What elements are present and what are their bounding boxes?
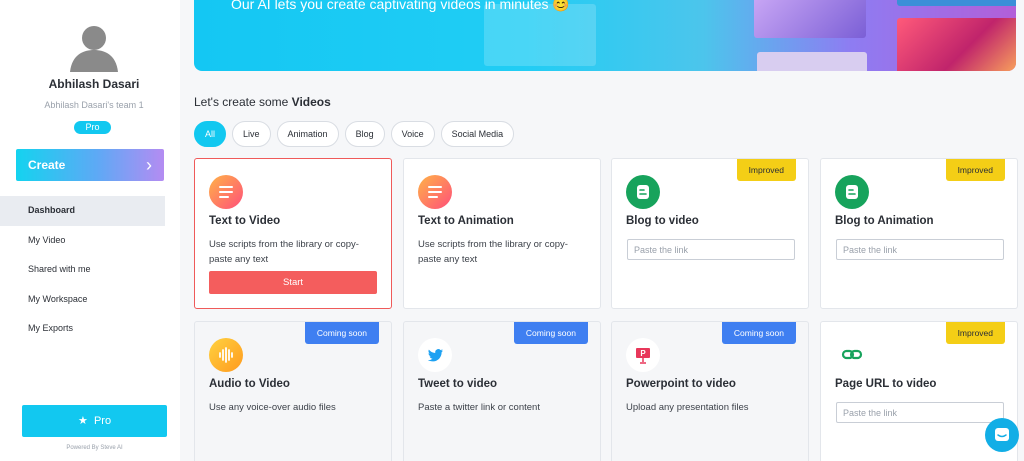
- card-description: Paste a twitter link or content: [418, 402, 540, 413]
- filter-social-media[interactable]: Social Media: [440, 121, 515, 147]
- card-powerpoint-to-video[interactable]: Coming soon P Powerpoint to video Upload…: [611, 321, 809, 461]
- banner-thumbnail: [897, 18, 1016, 71]
- card-description: Use scripts from the library or copy-pas…: [209, 239, 359, 265]
- banner-thumbnail: [897, 0, 1016, 6]
- hero-banner: Our AI lets you create captivating video…: [194, 0, 1016, 71]
- chat-icon: [995, 428, 1009, 441]
- link-icon: [835, 338, 869, 372]
- upgrade-pro-button[interactable]: ★ Pro: [22, 405, 167, 437]
- powerpoint-icon: P: [626, 338, 660, 372]
- coming-soon-tag: Coming soon: [513, 322, 588, 344]
- filter-animation[interactable]: Animation: [276, 121, 339, 147]
- blogger-icon: [835, 175, 869, 209]
- sidebar-item-my-video[interactable]: My Video: [0, 226, 165, 256]
- text-lines-icon: [209, 175, 243, 209]
- chat-support-button[interactable]: [985, 418, 1019, 452]
- card-blog-to-animation[interactable]: Improved Blog to Animation: [820, 158, 1018, 309]
- filter-live[interactable]: Live: [232, 121, 271, 147]
- card-title: Page URL to video: [835, 378, 937, 390]
- card-title: Text to Video: [209, 215, 281, 227]
- team-name: Abhilash Dasari's team 1: [44, 100, 144, 110]
- audio-wave-icon: [209, 338, 243, 372]
- banner-thumbnail: [757, 52, 867, 71]
- card-tweet-to-video[interactable]: Coming soon Tweet to video Paste a twitt…: [403, 321, 601, 461]
- filter-blog[interactable]: Blog: [344, 121, 385, 147]
- section-heading-bold: Videos: [291, 95, 331, 109]
- card-title: Text to Animation: [418, 215, 514, 227]
- section-heading: Let's create some Videos: [194, 95, 331, 109]
- card-title: Tweet to video: [418, 378, 498, 390]
- coming-soon-tag: Coming soon: [304, 322, 379, 344]
- plan-badge: Pro: [74, 121, 111, 134]
- blog-link-input[interactable]: [627, 239, 795, 260]
- sidebar: Abhilash Dasari Abhilash Dasari's team 1…: [0, 0, 180, 461]
- sidebar-nav: Dashboard My Video Shared with me My Wor…: [0, 196, 165, 344]
- card-title: Blog to video: [626, 215, 699, 227]
- card-title: Audio to Video: [209, 378, 290, 390]
- card-description: Upload any presentation files: [626, 402, 749, 413]
- card-text-to-video[interactable]: Text to Video Use scripts from the libra…: [194, 158, 392, 309]
- coming-soon-tag: Coming soon: [721, 322, 796, 344]
- start-button[interactable]: Start: [209, 271, 377, 294]
- filter-all[interactable]: All: [194, 121, 227, 147]
- create-button-label: Create: [28, 158, 66, 172]
- filter-voice[interactable]: Voice: [390, 121, 435, 147]
- improved-tag: Improved: [945, 159, 1005, 181]
- blogger-icon: [626, 175, 660, 209]
- user-name: Abhilash Dasari: [48, 77, 140, 91]
- svg-text:P: P: [640, 349, 646, 358]
- section-heading-prefix: Let's create some: [194, 95, 292, 109]
- filter-chips: All Live Animation Blog Voice Social Med…: [194, 121, 515, 147]
- pro-button-label: Pro: [93, 415, 112, 427]
- sidebar-item-shared-with-me[interactable]: Shared with me: [0, 255, 165, 285]
- improved-tag: Improved: [736, 159, 796, 181]
- banner-thumbnail: [754, 0, 866, 38]
- page-url-input[interactable]: [836, 402, 1004, 423]
- sidebar-item-my-exports[interactable]: My Exports: [0, 314, 165, 344]
- card-description: Use any voice-over audio files: [209, 402, 336, 413]
- user-avatar-icon: [70, 26, 118, 72]
- card-audio-to-video[interactable]: Coming soon Audio to Video Use any voice…: [194, 321, 392, 461]
- chevron-right-icon: ›: [146, 155, 152, 175]
- avatar[interactable]: [68, 20, 120, 72]
- improved-tag: Improved: [945, 322, 1005, 344]
- sidebar-item-my-workspace[interactable]: My Workspace: [0, 285, 165, 315]
- card-text-to-animation[interactable]: Text to Animation Use scripts from the l…: [403, 158, 601, 309]
- card-description: Use scripts from the library or copy-pas…: [418, 239, 568, 265]
- twitter-bird-icon: [418, 338, 452, 372]
- banner-text: Our AI lets you create captivating video…: [231, 0, 570, 12]
- create-button[interactable]: Create ›: [16, 149, 164, 181]
- card-blog-to-video[interactable]: Improved Blog to video: [611, 158, 809, 309]
- banner-thumbnail: [484, 4, 596, 66]
- card-title: Powerpoint to video: [626, 378, 736, 390]
- sidebar-item-dashboard[interactable]: Dashboard: [0, 196, 165, 226]
- star-icon: ★: [77, 415, 88, 427]
- blog-link-input[interactable]: [836, 239, 1004, 260]
- powered-by-text: Powered By Steve AI: [66, 445, 123, 451]
- text-lines-icon: [418, 175, 452, 209]
- card-title: Blog to Animation: [835, 215, 934, 227]
